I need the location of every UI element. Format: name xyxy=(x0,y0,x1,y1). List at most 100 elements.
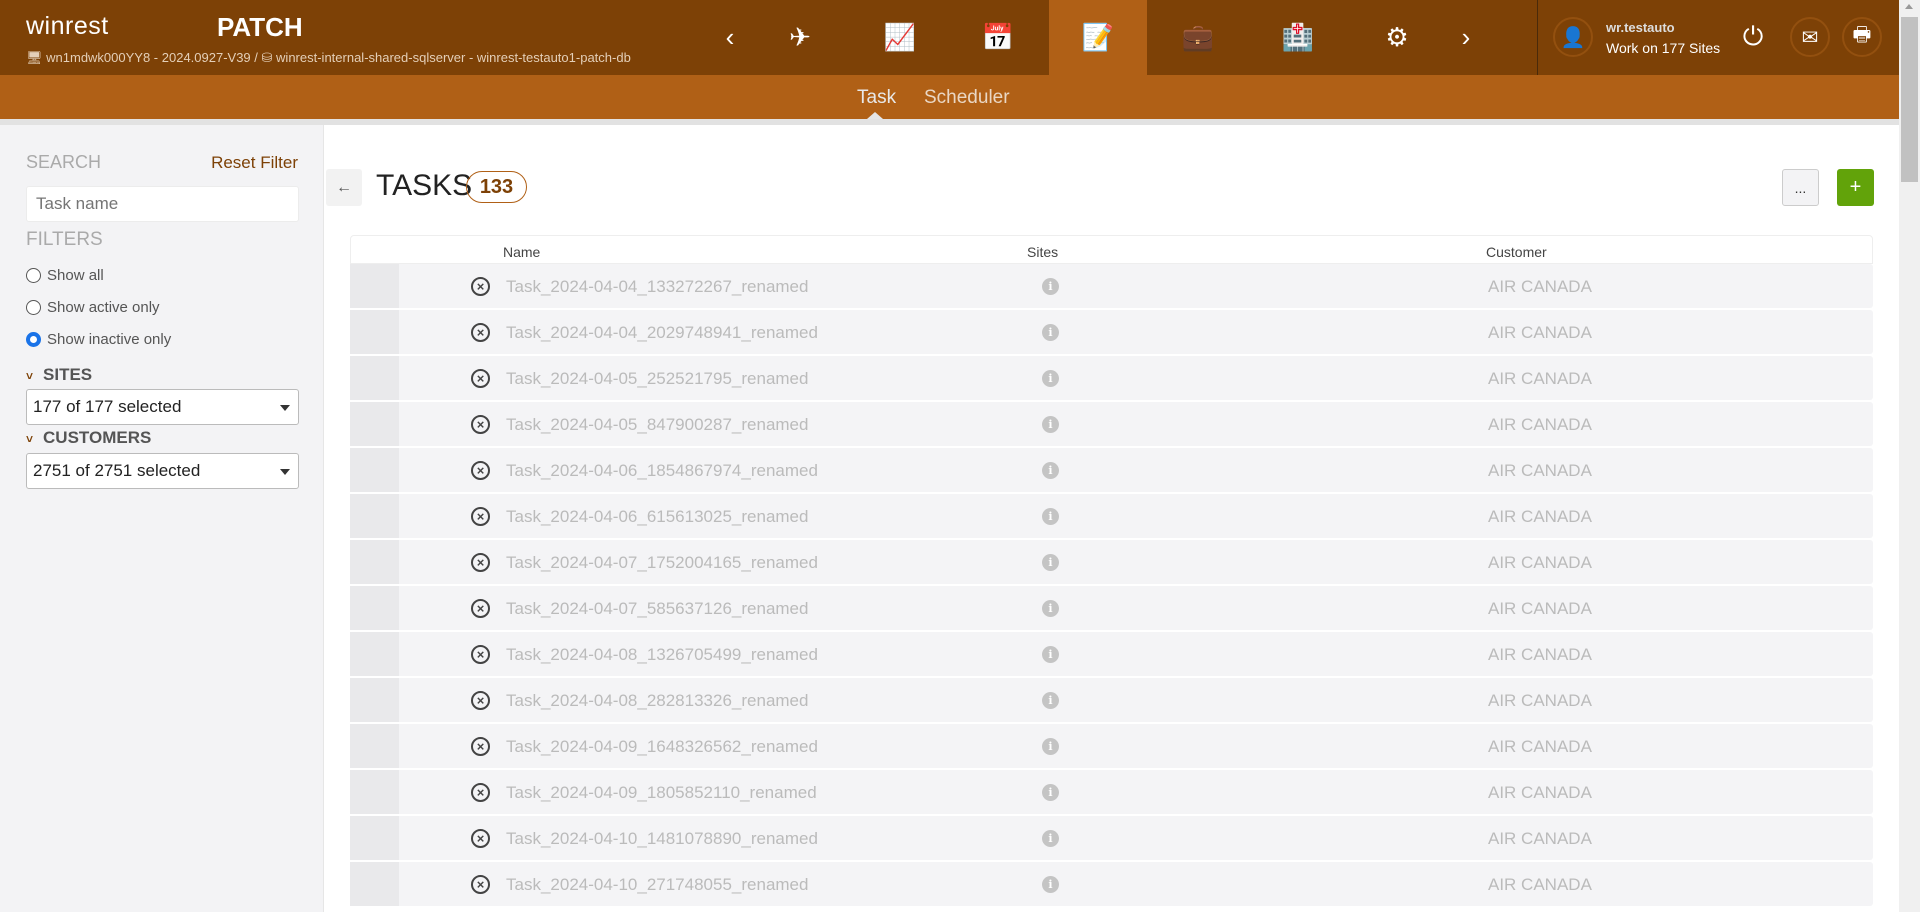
sites-info-icon[interactable]: i xyxy=(1042,554,1059,571)
inactive-x-circle-icon: × xyxy=(471,369,490,388)
task-name: Task_2024-04-06_615613025_renamed xyxy=(506,507,809,526)
sites-info-icon[interactable]: i xyxy=(1042,370,1059,387)
task-customer: AIR CANADA xyxy=(1488,277,1592,296)
table-row[interactable]: × Task_2024-04-08_282813326_renamed i AI… xyxy=(350,678,1873,722)
task-customer: AIR CANADA xyxy=(1488,645,1592,664)
inactive-x-circle-icon: × xyxy=(471,507,490,526)
user-sites: Work on 177 Sites xyxy=(1606,40,1721,56)
inactive-x-circle-icon: × xyxy=(471,783,490,802)
sites-info-icon[interactable]: i xyxy=(1042,646,1059,663)
briefcase-icon[interactable]: 💼 xyxy=(1168,0,1228,75)
sites-info-icon[interactable]: i xyxy=(1042,692,1059,709)
table-row[interactable]: × Task_2024-04-04_133272267_renamed i AI… xyxy=(350,264,1873,308)
row-handle xyxy=(350,678,399,722)
chart-icon[interactable]: 📈 xyxy=(870,0,930,75)
vertical-scrollbar[interactable] xyxy=(1899,0,1920,912)
reset-filter-link[interactable]: Reset Filter xyxy=(211,153,298,173)
tab-task[interactable]: Task xyxy=(857,87,896,109)
inactive-x-circle-icon: × xyxy=(471,691,490,710)
mail-icon[interactable]: ✉ xyxy=(1790,17,1830,57)
sites-info-icon[interactable]: i xyxy=(1042,324,1059,341)
radio-show-active[interactable]: Show active only xyxy=(26,299,160,316)
sites-select[interactable]: 177 of 177 selected xyxy=(26,389,299,425)
table-row[interactable]: × Task_2024-04-07_585637126_renamed i AI… xyxy=(350,586,1873,630)
building-icon[interactable]: 🏥 xyxy=(1268,0,1328,75)
connection-info: 🖥 wn1mdwk000YY8 - 2024.0927-V39 / ⛁ winr… xyxy=(26,50,631,66)
customers-select[interactable]: 2751 of 2751 selected xyxy=(26,453,299,489)
task-name: Task_2024-04-05_252521795_renamed xyxy=(506,369,809,388)
radio-button-selected[interactable] xyxy=(26,332,41,347)
customers-section-toggle[interactable]: ˅ CUSTOMERS xyxy=(26,428,151,448)
chevron-down-icon: ˅ xyxy=(26,369,34,383)
user-name: wr.testauto xyxy=(1606,20,1675,35)
task-customer: AIR CANADA xyxy=(1488,875,1592,894)
task-name: Task_2024-04-09_1805852110_renamed xyxy=(506,783,817,802)
plane-icon[interactable]: ✈ xyxy=(770,0,830,75)
user-info[interactable]: wr.testauto Work on 177 Sites xyxy=(1606,17,1720,58)
sites-info-icon[interactable]: i xyxy=(1042,876,1059,893)
chevron-left-icon[interactable]: ‹ xyxy=(715,0,745,75)
inactive-x-circle-icon: × xyxy=(471,829,490,848)
tasks-table: Name Sites Customer × Task_2024-04-04_13… xyxy=(350,235,1873,908)
radio-button[interactable] xyxy=(26,268,41,283)
table-row[interactable]: × Task_2024-04-06_1854867974_renamed i A… xyxy=(350,448,1873,492)
inactive-x-circle-icon: × xyxy=(471,737,490,756)
power-icon[interactable]: ⏻ xyxy=(1733,17,1773,57)
sites-info-icon[interactable]: i xyxy=(1042,738,1059,755)
sites-info-icon[interactable]: i xyxy=(1042,830,1059,847)
divider xyxy=(1537,0,1538,75)
task-customer: AIR CANADA xyxy=(1488,369,1592,388)
row-handle xyxy=(350,356,399,400)
radio-label: Show active only xyxy=(47,299,160,316)
arrow-left-icon: ← xyxy=(336,178,352,196)
table-row[interactable]: × Task_2024-04-09_1805852110_renamed i A… xyxy=(350,770,1873,814)
column-header-name[interactable]: Name xyxy=(503,244,540,260)
chevron-right-icon[interactable]: › xyxy=(1451,0,1481,75)
table-row[interactable]: × Task_2024-04-08_1326705499_renamed i A… xyxy=(350,632,1873,676)
sites-section-toggle[interactable]: ˅ SITES xyxy=(26,365,92,385)
sites-info-icon[interactable]: i xyxy=(1042,278,1059,295)
clipboard-edit-icon[interactable]: 📝 xyxy=(1049,0,1147,75)
database-name: winrest-internal-shared-sqlserver - winr… xyxy=(276,50,631,65)
table-row[interactable]: × Task_2024-04-05_252521795_renamed i AI… xyxy=(350,356,1873,400)
printer-icon[interactable]: 🖶 xyxy=(1842,17,1882,57)
filters-label: FILTERS xyxy=(26,229,103,250)
row-handle xyxy=(350,310,399,354)
table-row[interactable]: × Task_2024-04-07_1752004165_renamed i A… xyxy=(350,540,1873,584)
task-name: Task_2024-04-06_1854867974_renamed xyxy=(506,461,818,480)
inactive-x-circle-icon: × xyxy=(471,553,490,572)
scrollbar-thumb[interactable] xyxy=(1901,17,1918,182)
gear-icon[interactable]: ⚙ xyxy=(1367,0,1427,75)
column-header-sites[interactable]: Sites xyxy=(1027,244,1058,260)
radio-button[interactable] xyxy=(26,300,41,315)
row-handle xyxy=(350,586,399,630)
radio-show-all[interactable]: Show all xyxy=(26,267,104,284)
scroll-up-arrow[interactable] xyxy=(1905,4,1913,9)
sites-info-icon[interactable]: i xyxy=(1042,784,1059,801)
task-customer: AIR CANADA xyxy=(1488,415,1592,434)
table-row[interactable]: × Task_2024-04-05_847900287_renamed i AI… xyxy=(350,402,1873,446)
sites-info-icon[interactable]: i xyxy=(1042,600,1059,617)
row-handle xyxy=(350,540,399,584)
table-row[interactable]: × Task_2024-04-09_1648326562_renamed i A… xyxy=(350,724,1873,768)
sites-info-icon[interactable]: i xyxy=(1042,462,1059,479)
task-name-search-input[interactable] xyxy=(26,186,299,222)
row-handle xyxy=(350,724,399,768)
table-row[interactable]: × Task_2024-04-10_1481078890_renamed i A… xyxy=(350,816,1873,860)
task-customer: AIR CANADA xyxy=(1488,461,1592,480)
sites-info-icon[interactable]: i xyxy=(1042,508,1059,525)
radio-show-inactive[interactable]: Show inactive only xyxy=(26,331,171,348)
column-header-customer[interactable]: Customer xyxy=(1486,244,1547,260)
task-name: Task_2024-04-08_1326705499_renamed xyxy=(506,645,818,664)
task-customer: AIR CANADA xyxy=(1488,691,1592,710)
tab-scheduler[interactable]: Scheduler xyxy=(924,87,1010,109)
back-button[interactable]: ← xyxy=(326,169,362,206)
table-row[interactable]: × Task_2024-04-04_2029748941_renamed i A… xyxy=(350,310,1873,354)
calendar-gear-icon[interactable]: 📅 xyxy=(968,0,1028,75)
user-icon[interactable]: 👤 xyxy=(1553,17,1593,57)
sites-info-icon[interactable]: i xyxy=(1042,416,1059,433)
table-row[interactable]: × Task_2024-04-06_615613025_renamed i AI… xyxy=(350,494,1873,538)
table-row[interactable]: × Task_2024-04-10_271748055_renamed i AI… xyxy=(350,862,1873,906)
more-options-button[interactable]: ... xyxy=(1782,169,1819,206)
add-task-button[interactable]: + xyxy=(1837,169,1874,206)
